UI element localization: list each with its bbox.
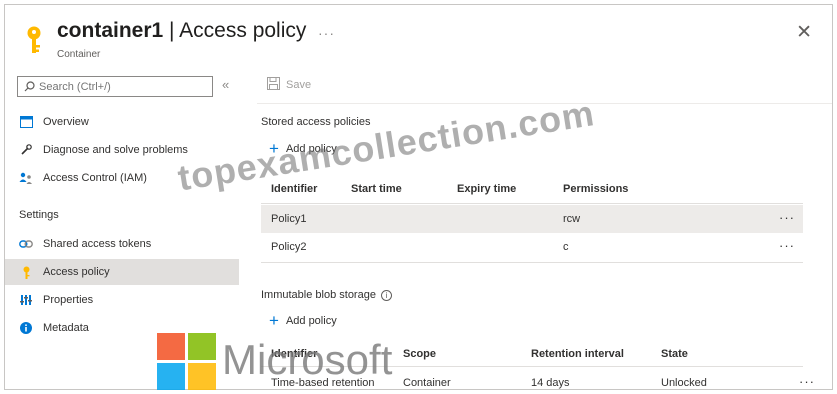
page-subtitle: Container — [57, 49, 101, 60]
sidebar-item-label: Overview — [43, 116, 89, 128]
sidebar-item-shared-access-tokens[interactable]: Shared access tokens — [5, 231, 239, 257]
sidebar-item-label: Shared access tokens — [43, 238, 152, 250]
main-content: Save Stored access policies + Add policy… — [257, 67, 832, 389]
sidebar-item-label: Access policy — [43, 266, 110, 278]
row-more-button[interactable]: ··· — [779, 210, 795, 225]
page-title-resource: container1 — [57, 19, 164, 42]
sidebar-item-label: Properties — [43, 294, 94, 306]
policy-identifier: Policy1 — [271, 213, 307, 225]
overview-icon — [19, 115, 33, 129]
settings-heading: Settings — [19, 209, 59, 221]
save-label: Save — [286, 79, 312, 91]
immutable-storage-heading: Immutable blob storage i — [261, 289, 392, 301]
toolbar-divider — [257, 103, 832, 104]
close-button[interactable]: ✕ — [796, 21, 812, 44]
info-icon[interactable]: i — [380, 289, 392, 301]
collapse-sidebar-button[interactable]: « — [222, 77, 229, 92]
wrench-icon — [19, 143, 33, 157]
page-title: container1 | Access policy — [57, 19, 306, 43]
plus-icon: + — [269, 139, 279, 158]
sidebar-item-label: Diagnose and solve problems — [43, 144, 188, 156]
column-header-retention-interval: Retention interval — [531, 348, 624, 360]
table-divider — [261, 366, 803, 367]
table-row[interactable]: Time-based retention Container 14 days U… — [261, 369, 823, 389]
properties-icon — [19, 293, 33, 307]
policy-permissions: c — [563, 241, 569, 253]
table-row[interactable]: Policy1 rcw ··· — [261, 205, 803, 233]
stored-policies-heading: Stored access policies — [261, 116, 371, 128]
add-policy-label: Add policy — [285, 314, 337, 327]
key-icon — [19, 265, 33, 279]
table-row[interactable]: Policy2 c ··· — [261, 233, 803, 261]
sidebar-item-label: Access Control (IAM) — [43, 172, 147, 184]
sidebar-item-label: Metadata — [43, 322, 89, 334]
retention-identifier: Time-based retention — [271, 377, 375, 389]
save-button[interactable]: Save — [267, 77, 311, 93]
search-icon — [24, 81, 35, 92]
search-input[interactable] — [39, 80, 199, 93]
column-header-identifier: Identifier — [271, 183, 318, 195]
sidebar-item-properties[interactable]: Properties — [5, 287, 239, 313]
page-title-section: | Access policy — [163, 19, 307, 42]
column-header-state: State — [661, 348, 688, 360]
column-header-expiry-time: Expiry time — [457, 183, 517, 195]
table-divider — [261, 203, 803, 204]
column-header-scope: Scope — [403, 348, 437, 360]
column-header-identifier: Identifier — [271, 348, 318, 360]
column-header-permissions: Permissions — [563, 183, 629, 195]
save-icon — [267, 77, 280, 93]
plus-icon: + — [269, 311, 279, 330]
add-immutable-policy-button[interactable]: + Add policy — [269, 312, 337, 329]
policy-identifier: Policy2 — [271, 241, 307, 253]
add-stored-policy-button[interactable]: + Add policy — [269, 140, 337, 157]
info-icon — [19, 321, 33, 335]
add-policy-label: Add policy — [285, 142, 337, 155]
policy-permissions: rcw — [563, 213, 581, 225]
sidebar: « Overview Diagnose and solve problems A… — [5, 67, 245, 389]
sidebar-item-metadata[interactable]: Metadata — [5, 315, 239, 341]
retention-state: Unlocked — [661, 377, 707, 389]
people-icon — [19, 171, 33, 185]
blade-window: container1 | Access policy Container ···… — [4, 4, 833, 390]
blade-header: container1 | Access policy Container ···… — [5, 5, 832, 67]
immutable-heading-text: Immutable blob storage — [261, 289, 376, 301]
link-icon — [19, 237, 33, 251]
sidebar-item-diagnose[interactable]: Diagnose and solve problems — [5, 137, 239, 163]
column-header-start-time: Start time — [351, 183, 402, 195]
retention-interval: 14 days — [531, 377, 570, 389]
row-more-button[interactable]: ··· — [779, 238, 795, 253]
search-box[interactable] — [17, 76, 213, 97]
sidebar-item-overview[interactable]: Overview — [5, 109, 239, 135]
sidebar-item-access-policy[interactable]: Access policy — [5, 259, 239, 285]
row-more-button[interactable]: ··· — [799, 374, 815, 389]
more-options-button[interactable]: ··· — [318, 25, 335, 41]
key-icon — [27, 26, 41, 53]
sidebar-item-access-control[interactable]: Access Control (IAM) — [5, 165, 239, 191]
table-divider — [261, 262, 803, 263]
retention-scope: Container — [403, 377, 451, 389]
